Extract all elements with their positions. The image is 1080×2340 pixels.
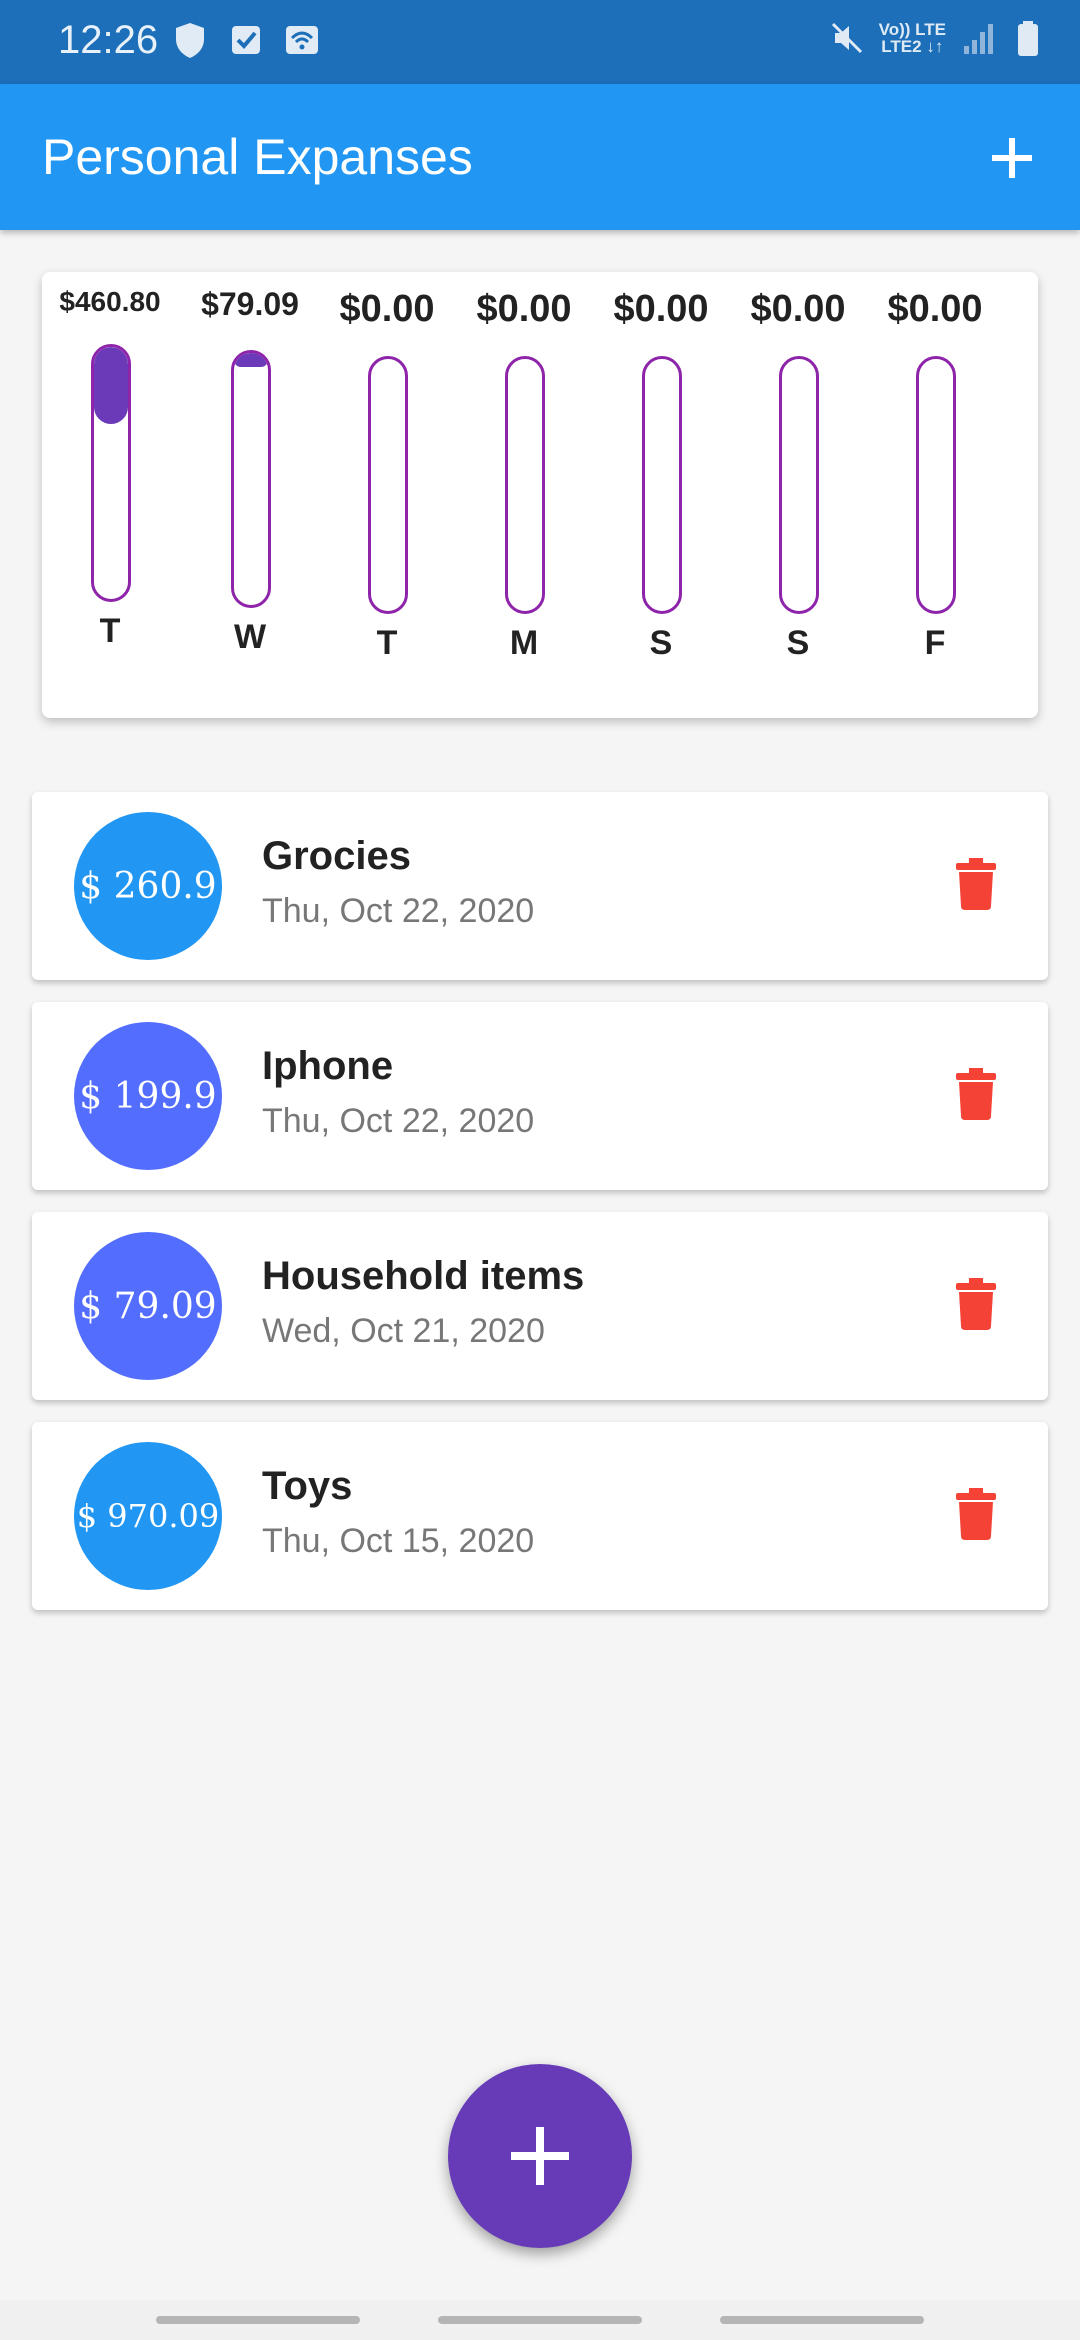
- shield-icon: [176, 23, 204, 58]
- app-bar: Personal Expanses: [0, 84, 1080, 230]
- delete-icon[interactable]: [956, 858, 996, 910]
- transaction-date: Wed, Oct 21, 2020: [262, 1312, 545, 1350]
- chart-bar-track: [231, 350, 271, 608]
- status-bar: 12:26 Vo)) LTE LTE2 ↓↑: [0, 0, 1080, 84]
- chart-bar-fill: [234, 353, 268, 367]
- chart-amount-label: $0.00: [476, 288, 572, 330]
- transaction-title: Toys: [262, 1464, 353, 1508]
- transaction-amount-avatar: $ 199.9: [74, 1022, 222, 1170]
- chart-bar-column: $79.09 W: [182, 272, 318, 718]
- chart-bar-track: [779, 356, 819, 614]
- transaction-item[interactable]: $ 970.09 Toys Thu, Oct 15, 2020: [32, 1422, 1048, 1610]
- chart-bar-column: $460.80 T: [42, 272, 178, 718]
- signal-icon: [964, 24, 993, 54]
- page-title: Personal Expanses: [42, 129, 473, 185]
- chart-bar-track: [642, 356, 682, 614]
- chart-day-label: S: [786, 624, 810, 662]
- transaction-amount-avatar: $ 79.09: [74, 1232, 222, 1380]
- chart-amount-label: $79.09: [201, 286, 299, 322]
- network-line2: LTE2 ↓↑: [881, 37, 944, 56]
- transaction-date: Thu, Oct 22, 2020: [262, 892, 535, 930]
- add-transaction-button[interactable]: [982, 128, 1042, 188]
- weekly-chart-card: $460.80 T $79.09 W $0.00 T $0.00 M $0.00 S $0.00 S $…: [42, 272, 1038, 718]
- chart-bar-fill: [94, 347, 128, 424]
- transaction-item[interactable]: $ 79.09 Household items Wed, Oct 21, 2020: [32, 1212, 1048, 1400]
- chart-bar-track: [505, 356, 545, 614]
- chart-amount-label: $0.00: [887, 288, 983, 330]
- nav-recents-button[interactable]: [156, 2316, 360, 2324]
- status-time: 12:26: [58, 18, 159, 62]
- navigation-bar: [0, 2300, 1080, 2340]
- plus-icon: [992, 138, 1032, 178]
- nav-back-button[interactable]: [720, 2316, 924, 2324]
- chart-amount-label: $0.00: [613, 288, 709, 330]
- mute-icon: [831, 22, 862, 54]
- chart-bar-column: $0.00 M: [456, 272, 592, 718]
- transaction-amount-avatar: $ 260.9: [74, 812, 222, 960]
- checkbox-icon: [232, 26, 260, 54]
- status-icons-right: Vo)) LTE LTE2 ↓↑: [829, 18, 1046, 58]
- transaction-title: Household items: [262, 1254, 585, 1298]
- wifi-calling-icon: [286, 26, 318, 54]
- chart-bar-track: [916, 356, 956, 614]
- status-icons-left: [172, 20, 320, 60]
- transaction-item[interactable]: $ 260.9 Grocies Thu, Oct 22, 2020: [32, 792, 1048, 980]
- chart-bar-column: $0.00 T: [319, 272, 455, 718]
- chart-bar-track: [368, 356, 408, 614]
- network-line1: Vo)) LTE: [878, 20, 946, 39]
- battery-icon: [1018, 21, 1038, 56]
- chart-bar-column: $0.00 S: [730, 272, 866, 718]
- delete-icon[interactable]: [956, 1488, 996, 1540]
- add-transaction-fab[interactable]: [448, 2064, 632, 2248]
- transaction-item[interactable]: $ 199.9 Iphone Thu, Oct 22, 2020: [32, 1002, 1048, 1190]
- network-indicator: Vo)) LTE LTE2 ↓↑: [879, 21, 946, 55]
- delete-icon[interactable]: [956, 1068, 996, 1120]
- transaction-title: Grocies: [262, 834, 411, 878]
- delete-icon[interactable]: [956, 1278, 996, 1330]
- chart-day-label: T: [99, 612, 121, 650]
- chart-day-label: M: [509, 624, 539, 662]
- chart-bar-column: $0.00 S: [593, 272, 729, 718]
- chart-day-label: F: [924, 624, 946, 662]
- transaction-date: Thu, Oct 22, 2020: [262, 1102, 535, 1140]
- plus-icon: [511, 2127, 569, 2185]
- transaction-amount-avatar: $ 970.09: [74, 1442, 222, 1590]
- chart-amount-label: $0.00: [339, 288, 435, 330]
- chart-day-label: W: [233, 618, 267, 656]
- nav-home-button[interactable]: [438, 2316, 642, 2324]
- chart-bar-track: [91, 344, 131, 602]
- chart-bar-column: $0.00 F: [867, 272, 1003, 718]
- chart-amount-label: $0.00: [750, 288, 846, 330]
- transaction-title: Iphone: [262, 1044, 394, 1088]
- chart-day-label: T: [376, 624, 398, 662]
- transaction-date: Thu, Oct 15, 2020: [262, 1522, 535, 1560]
- chart-amount-label: $460.80: [59, 286, 161, 317]
- chart-day-label: S: [649, 624, 673, 662]
